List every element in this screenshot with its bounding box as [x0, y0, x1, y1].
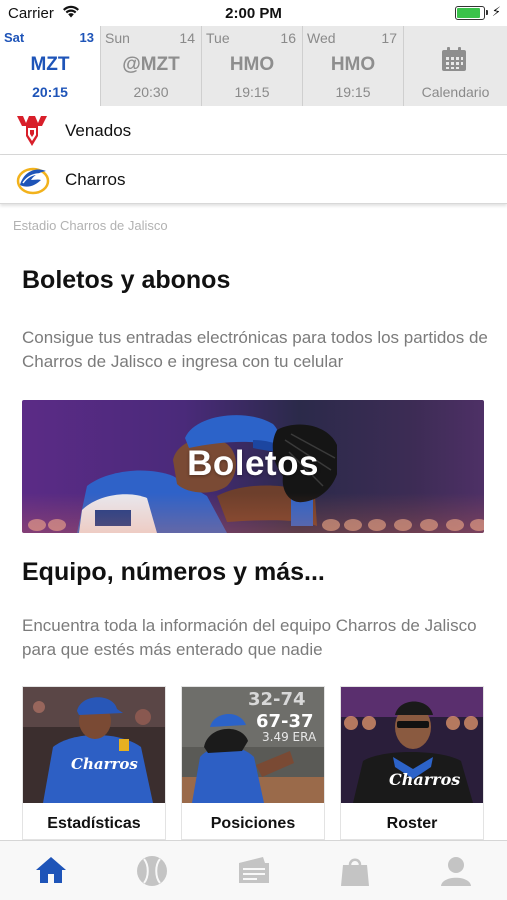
game-opponent: MZT	[30, 54, 70, 75]
game-time: 19:15	[234, 84, 270, 100]
stats-photo: Charros	[23, 687, 165, 803]
stats-card-label: Estadísticas	[47, 815, 141, 832]
game-opponent: HMO	[229, 54, 275, 75]
tab-home[interactable]	[0, 841, 101, 900]
game-time: 20:30	[133, 84, 169, 100]
overlay-record-2: 67-37	[256, 711, 314, 732]
stadium-lights	[22, 515, 484, 531]
game-time: 19:15	[335, 84, 371, 100]
svg-text:Charros: Charros	[71, 755, 138, 773]
game-date: 17	[381, 30, 397, 46]
game-tab-2[interactable]: Tue 16 HMO 19:15	[202, 26, 303, 106]
clock: 2:00 PM	[225, 5, 282, 22]
battery-icon	[455, 6, 488, 20]
banner-title: Boletos	[187, 444, 319, 483]
ticket-icon	[238, 857, 269, 883]
calendar-button[interactable]: Calendario	[404, 26, 507, 106]
tab-profile[interactable]	[406, 841, 507, 900]
standings-photo: 32-74 67-37 3.49 ERA	[182, 687, 324, 803]
game-day: Sat	[4, 30, 25, 45]
team-row-venados[interactable]: Venados	[0, 106, 507, 155]
games-strip: Sat 13 MZT 20:15 Sun 14 @MZT 20:30 Tue 1…	[0, 26, 507, 106]
game-time: 20:15	[32, 84, 68, 100]
team-name: Charros	[65, 170, 126, 189]
roster-card-label: Roster	[386, 815, 438, 832]
venados-logo	[17, 116, 47, 146]
game-day: Sun	[105, 30, 130, 46]
roster-photo: Charros	[341, 687, 483, 803]
game-opponent: HMO	[330, 54, 376, 75]
game-day: Wed	[307, 30, 336, 46]
status-bar: Carrier 2:00 PM ⚡	[0, 0, 507, 26]
stadium-label: Estadio Charros de Jalisco	[13, 218, 168, 233]
standings-card[interactable]: 32-74 67-37 3.49 ERA Posiciones	[181, 686, 325, 840]
game-date: 16	[280, 30, 296, 46]
overlay-record-1: 32-74	[248, 689, 306, 710]
team-description: Encuentra toda la información del equipo…	[22, 616, 477, 659]
svg-text:Charros: Charros	[389, 770, 460, 789]
profile-icon	[441, 857, 472, 886]
game-date: 13	[79, 30, 94, 45]
overlay-era: 3.49 ERA	[262, 730, 317, 744]
calendar-label: Calendario	[421, 84, 490, 100]
home-icon	[35, 857, 66, 883]
roster-card[interactable]: Charros Roster	[340, 686, 484, 840]
tab-games[interactable]	[101, 841, 202, 900]
tab-bar	[0, 840, 507, 900]
shopping-bag-icon	[340, 858, 369, 886]
charging-icon: ⚡	[491, 4, 501, 19]
charros-logo	[16, 167, 50, 195]
tab-store[interactable]	[304, 841, 405, 900]
game-date: 14	[179, 30, 195, 46]
tab-tickets[interactable]	[203, 841, 304, 900]
tickets-heading: Boletos y abonos	[22, 266, 231, 294]
team-name: Venados	[65, 121, 132, 140]
game-day: Tue	[206, 30, 230, 46]
team-row-charros[interactable]: Charros	[0, 155, 507, 204]
game-opponent: @MZT	[122, 54, 180, 75]
standings-card-label: Posiciones	[210, 815, 296, 832]
stats-card[interactable]: Charros Estadísticas	[22, 686, 166, 840]
tickets-banner[interactable]: Boletos	[22, 400, 484, 533]
game-tab-1[interactable]: Sun 14 @MZT 20:30	[101, 26, 202, 106]
calendar-icon	[442, 47, 466, 71]
game-tab-3[interactable]: Wed 17 HMO 19:15	[303, 26, 404, 106]
team-heading: Equipo, números y más...	[22, 558, 325, 586]
baseball-icon	[137, 856, 168, 886]
game-tab-0[interactable]: Sat 13 MZT 20:15	[0, 26, 101, 106]
tickets-description: Consigue tus entradas electrónicas para …	[22, 328, 488, 371]
